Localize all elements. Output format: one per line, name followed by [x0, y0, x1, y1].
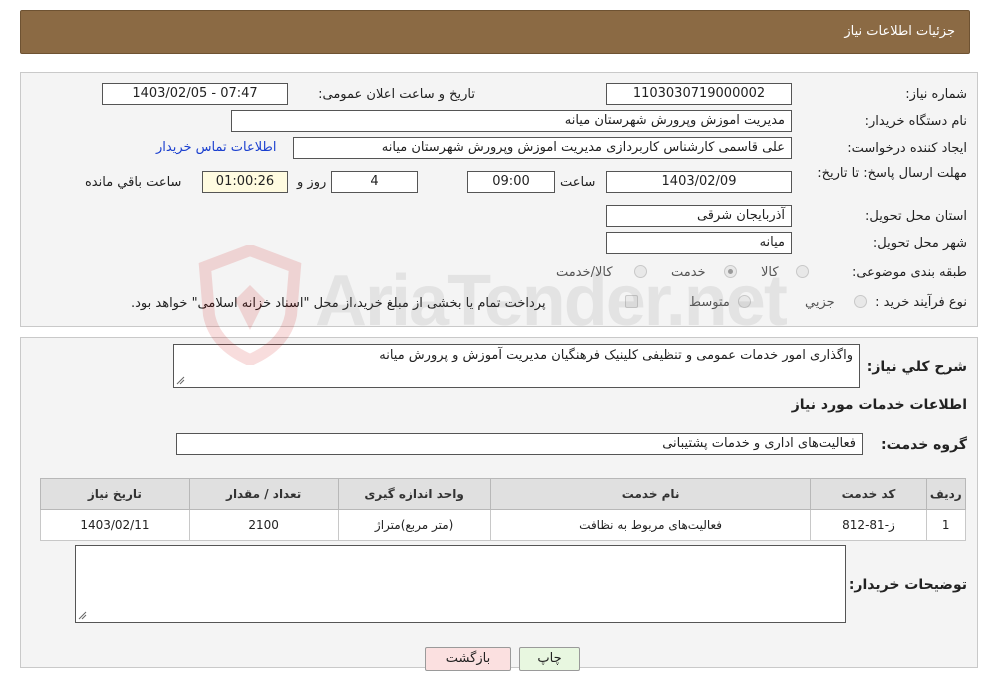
resize-grip-icon[interactable]	[78, 611, 87, 620]
city-label: شهر محل تحویل:	[872, 236, 967, 251]
category-option-goods: کالا	[761, 265, 779, 280]
process-type-label: نوع فرآیند خرید :	[875, 295, 967, 310]
buyer-notes-textarea[interactable]	[75, 545, 846, 623]
need-number-field: 1103030719000002	[606, 83, 792, 105]
service-group-label: گروه خدمت:	[881, 437, 967, 453]
page-title: جزئیات اطلاعات نیاز	[844, 24, 955, 39]
treasury-payment-checkbox[interactable]	[625, 295, 638, 308]
buyer-contact-link[interactable]: اطلاعات تماس خریدار	[156, 140, 276, 155]
description-label: شرح کلي نیاز:	[866, 359, 967, 375]
category-option-service: خدمت	[671, 265, 706, 280]
creator-field: علی قاسمی کارشناس کاربردازی مدیریت اموزش…	[293, 137, 792, 159]
process-option-minor: جزیي	[805, 295, 835, 310]
city-field: میانه	[606, 232, 792, 254]
process-option-medium: متوسط	[689, 295, 730, 310]
cell-quantity: 2100	[188, 509, 339, 541]
column-header-need-date: تاریخ نیاز	[40, 478, 190, 510]
buyer-org-field: مدیریت اموزش وپرورش شهرستان میانه	[231, 110, 792, 132]
column-header-service-name: نام خدمت	[489, 478, 812, 510]
province-label: استان محل تحویل:	[865, 209, 967, 224]
buyer-notes-label: توضیحات خریدار:	[848, 577, 967, 593]
services-table: ردیف کد خدمت نام خدمت واحد اندازه گیری ت…	[40, 478, 966, 541]
process-radio-minor[interactable]	[854, 295, 867, 308]
description-text: واگذاری امور خدمات عمومی و تنظیفی کلینیک…	[379, 348, 853, 363]
treasury-payment-note: پرداخت تمام یا بخشی از مبلغ خرید،از محل …	[131, 296, 546, 311]
description-textarea[interactable]: واگذاری امور خدمات عمومی و تنظیفی کلینیک…	[173, 344, 860, 388]
service-group-field: فعالیت‌های اداری و خدمات پشتیبانی	[176, 433, 863, 455]
remaining-time-field: 01:00:26	[202, 171, 288, 193]
page-header: جزئیات اطلاعات نیاز	[20, 10, 970, 54]
table-row: 1 ز-81-812 فعالیت‌های مربوط به نظافت (مت…	[40, 509, 966, 541]
announce-datetime-field: 1403/02/05 - 07:47	[102, 83, 288, 105]
cell-service-code: ز-81-812	[810, 509, 927, 541]
cell-service-name: فعالیت‌های مربوط به نظافت	[489, 509, 812, 541]
category-radio-goods-service[interactable]	[634, 265, 647, 278]
column-header-row-number: ردیف	[925, 478, 966, 510]
province-field: آذربایجان شرقی	[606, 205, 792, 227]
category-radio-service[interactable]	[724, 265, 737, 278]
category-radio-goods[interactable]	[796, 265, 809, 278]
column-header-unit: واحد اندازه گیری	[337, 478, 491, 510]
deadline-time-label: ساعت	[560, 175, 596, 190]
deadline-time-field: 09:00	[467, 171, 555, 193]
cell-unit: (متر مربع)متراژ	[337, 509, 491, 541]
announce-datetime-label: تاریخ و ساعت اعلان عمومی:	[318, 87, 475, 102]
cell-need-date: 1403/02/11	[40, 509, 190, 541]
services-section-title: اطلاعات خدمات مورد نیاز	[791, 397, 967, 413]
process-radio-medium[interactable]	[738, 295, 751, 308]
deadline-date-field: 1403/02/09	[606, 171, 792, 193]
cell-row-number: 1	[925, 509, 966, 541]
column-header-service-code: کد خدمت	[810, 478, 927, 510]
category-label: طبقه بندی موضوعی:	[851, 265, 967, 280]
remaining-time-label: ساعت باقي مانده	[85, 175, 182, 190]
days-label: روز و	[297, 175, 327, 190]
days-remaining-field: 4	[331, 171, 418, 193]
creator-label: ایجاد کننده درخواست:	[847, 141, 967, 156]
need-number-label: شماره نیاز:	[905, 87, 967, 102]
back-button[interactable]: بازگشت	[425, 647, 511, 671]
table-header-row: ردیف کد خدمت نام خدمت واحد اندازه گیری ت…	[40, 478, 966, 510]
category-option-goods-service: کالا/خدمت	[556, 265, 613, 280]
print-button[interactable]: چاپ	[519, 647, 580, 671]
column-header-quantity: تعداد / مقدار	[188, 478, 339, 510]
resize-grip-icon[interactable]	[176, 376, 185, 385]
deadline-label: مهلت ارسال پاسخ: تا تاریخ:	[817, 166, 967, 181]
buyer-org-label: نام دستگاه خریدار:	[864, 114, 967, 129]
